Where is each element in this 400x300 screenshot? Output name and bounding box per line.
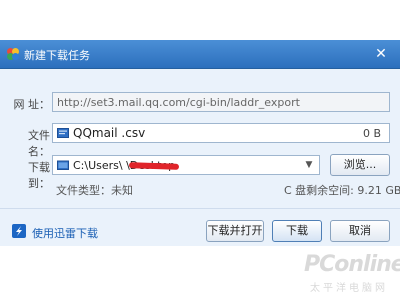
app-logo-icon (7, 48, 19, 60)
file-type-info: 文件类型：未知 (56, 184, 133, 197)
dialog-titlebar: 新建下载任务 ✕ (0, 40, 400, 69)
url-value: http://set3.mail.qq.com/cgi-bin/laddr_ex… (57, 96, 300, 109)
chevron-down-icon[interactable]: ▼ (303, 158, 315, 172)
url-field[interactable]: http://set3.mail.qq.com/cgi-bin/laddr_ex… (52, 92, 390, 112)
watermark-logo: PConline (304, 252, 400, 277)
filename-input[interactable]: QQmail .csv 0 B (52, 123, 390, 143)
page-background (0, 0, 400, 40)
watermark-subtitle: 太平洋电脑网 (310, 283, 388, 294)
url-label: 网 址： (13, 98, 51, 111)
saveto-combobox[interactable]: C:\Users\ \Desktop ▼ (52, 155, 320, 175)
close-icon: ✕ (375, 46, 387, 62)
download-and-open-button[interactable]: 下载并打开 (206, 220, 264, 242)
folder-icon (57, 160, 69, 170)
footer-divider (0, 208, 400, 209)
csv-file-icon (57, 128, 69, 138)
browse-button[interactable]: 浏览... (330, 154, 390, 176)
new-download-task-dialog: 新建下载任务 ✕ 网 址： http://set3.mail.qq.com/cg… (0, 40, 400, 246)
free-space-info: C 盘剩余空间: 9.21 GB (284, 184, 400, 197)
dialog-title: 新建下载任务 (24, 49, 90, 62)
filename-value: QQmail .csv (73, 126, 146, 140)
pconline-watermark: PConline 太平洋电脑网 (296, 252, 400, 296)
close-button[interactable]: ✕ (372, 45, 390, 63)
use-thunder-label: 使用迅雷下载 (32, 227, 98, 240)
cancel-button[interactable]: 取消 (330, 220, 390, 242)
file-size: 0 B (362, 127, 381, 140)
download-button[interactable]: 下载 (272, 220, 322, 242)
filename-label: 文件名： (28, 129, 50, 158)
saveto-label: 下载到： (28, 161, 50, 190)
thunder-icon (12, 224, 26, 238)
